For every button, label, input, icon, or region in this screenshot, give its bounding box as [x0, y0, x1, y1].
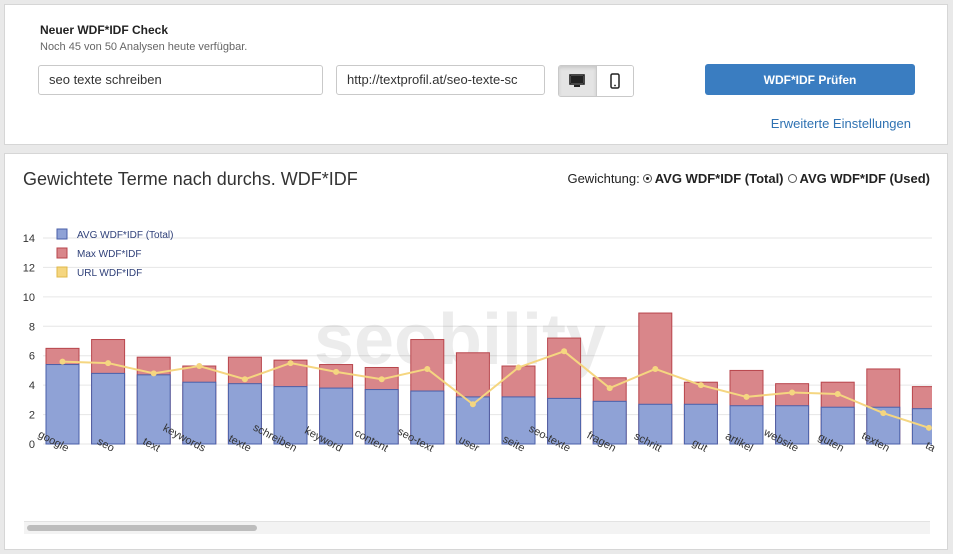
- wdf-idf-chart: 02468101214seobilitygoogle seo textkeyword…: [23, 228, 938, 455]
- point-url: [606, 385, 613, 392]
- check-subtitle: Noch 45 von 50 Analysen heute verfügbar.: [40, 41, 248, 53]
- y-tick-label: 4: [29, 380, 35, 392]
- point-url: [150, 370, 157, 377]
- point-url: [880, 410, 887, 417]
- advanced-settings-link[interactable]: Erweiterte Einstellungen: [771, 116, 911, 131]
- legend-label: Max WDF*IDF: [77, 249, 141, 260]
- point-url: [469, 401, 476, 408]
- y-tick-label: 6: [29, 351, 35, 363]
- bar-avg: [45, 364, 80, 445]
- point-url: [515, 364, 522, 371]
- legend-swatch: [56, 228, 68, 240]
- point-url: [333, 368, 340, 375]
- desktop-button[interactable]: [559, 66, 596, 96]
- legend-label: URL WDF*IDF: [77, 268, 142, 279]
- mobile-button[interactable]: [595, 66, 633, 96]
- keyword-input[interactable]: seo texte schreiben: [38, 65, 323, 95]
- bar-avg: [91, 372, 126, 445]
- y-tick-label: 14: [23, 233, 35, 245]
- y-tick-label: 12: [23, 262, 35, 274]
- point-url: [743, 393, 750, 400]
- bar-avg: [683, 403, 718, 445]
- legend-label: AVG WDF*IDF (Total): [77, 230, 173, 241]
- point-url: [59, 358, 66, 365]
- point-url: [697, 382, 704, 389]
- point-url: [652, 365, 659, 372]
- point-url: [241, 376, 248, 383]
- y-tick-label: 2: [29, 410, 35, 422]
- chart-panel: Gewichtete Terme nach durchs. WDF*IDF Ge…: [4, 153, 948, 550]
- point-url: [105, 360, 112, 367]
- y-tick-label: 8: [29, 321, 35, 333]
- y-tick-label: 10: [23, 292, 35, 304]
- device-toggle: [558, 65, 634, 97]
- point-url: [925, 424, 932, 431]
- point-url: [561, 348, 568, 355]
- mobile-icon: [610, 73, 620, 89]
- check-title: Neuer WDF*IDF Check: [40, 23, 169, 37]
- point-url: [789, 389, 796, 396]
- y-tick-label: 0: [29, 439, 35, 451]
- point-url: [196, 363, 203, 370]
- wdf-idf-check-button[interactable]: WDF*IDF Prüfen: [705, 64, 915, 95]
- desktop-icon: [569, 74, 586, 87]
- point-url: [834, 390, 841, 397]
- url-input[interactable]: http://textprofil.at/seo-texte-sc: [336, 65, 545, 95]
- new-check-panel: Neuer WDF*IDF Check Noch 45 von 50 Analy…: [4, 4, 948, 145]
- legend-swatch: [56, 247, 68, 259]
- point-url: [424, 365, 431, 372]
- chart-scrollbar-thumb[interactable]: [27, 525, 257, 531]
- point-url: [287, 360, 294, 367]
- legend-swatch: [56, 266, 68, 278]
- point-url: [378, 376, 385, 383]
- chart-scrollbar[interactable]: [24, 521, 930, 534]
